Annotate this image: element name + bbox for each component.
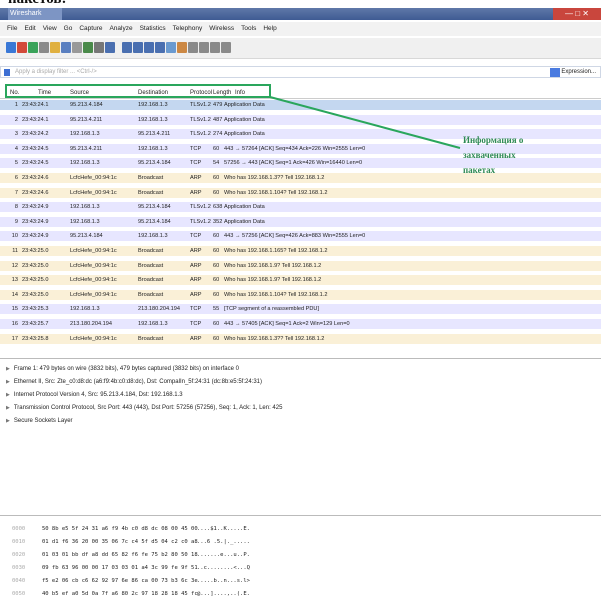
annotation-text: Информация о захваченных пакетах (463, 135, 524, 175)
detail-text: Internet Protocol Version 4, Src: 95.213… (13, 392, 183, 398)
detail-tree-item[interactable]: ▶ Ethernet II, Src: Zte_c0:d8:dc (a6:f9:4… (6, 376, 262, 388)
detail-text: Ethernet II, Src: Zte_c0:d8:dc (a6:f9:4b… (13, 379, 262, 385)
detail-text: Secure Sockets Layer (13, 418, 73, 424)
hex-hex: 40 b5 ef a0 5d 0a 7f a6 80 2c 97 18 28 1… (42, 591, 198, 597)
detail-tree-item[interactable]: ▶ Secure Sockets Layer (6, 415, 73, 427)
hex-off: 0020 (12, 552, 26, 558)
detail-text: Frame 1: 479 bytes on wire (3832 bits), … (13, 366, 239, 372)
packet-details-pane: ▶ Frame 1: 479 bytes on wire (3832 bits),… (0, 358, 601, 509)
hex-off: 0050 (12, 591, 26, 597)
expand-arrow-icon[interactable]: ▶ (6, 405, 10, 411)
detail-tree-item[interactable]: ▶ Internet Protocol Version 4, Src: 95.21… (6, 389, 183, 401)
expand-arrow-icon[interactable]: ▶ (6, 392, 10, 398)
hex-hex: 01 03 01 bb df a8 dd 65 82 f6 fe 75 b2 8… (42, 552, 198, 558)
hex-hex: 50 8b e5 5f 24 31 a6 f9 4b c0 d8 dc 08 0… (42, 526, 198, 532)
hex-hex: 01 d1 f6 36 20 00 35 06 7c c4 5f d5 04 c… (42, 539, 198, 545)
hex-off: 0030 (12, 565, 26, 571)
expand-arrow-icon[interactable]: ▶ (6, 366, 10, 372)
hex-off: 0010 (12, 539, 26, 545)
hex-hex: f5 e2 06 cb c6 62 92 97 6e 86 ca 00 73 b… (42, 578, 198, 584)
packet-bytes-pane: 0000 50 8b e5 5f 24 31 a6 f9 4b c0 d8 dc … (0, 515, 601, 608)
expand-arrow-icon[interactable]: ▶ (6, 418, 10, 424)
hex-ascii: .....b..n...s.l> (197, 578, 250, 584)
expand-arrow-icon[interactable]: ▶ (6, 379, 10, 385)
hex-ascii: ...6 .5.|._..... (197, 539, 250, 545)
detail-text: Transmission Control Protocol, Src Port:… (13, 405, 283, 411)
detail-tree-item[interactable]: ▶ Frame 1: 479 bytes on wire (3832 bits),… (6, 363, 239, 375)
detail-tree-item[interactable]: ▶ Transmission Control Protocol, Src Port… (6, 402, 282, 414)
hex-ascii: .......e...u..P. (197, 552, 250, 558)
hex-ascii: @...]....,..(.E. (197, 591, 250, 597)
hex-ascii: ..c........<...Q (197, 565, 250, 571)
hex-hex: 09 fb 63 96 00 00 17 03 03 01 a4 3c 99 f… (42, 565, 198, 571)
hex-off: 0000 (12, 526, 26, 532)
hex-ascii: ....$1..K.....E. (197, 526, 250, 532)
hex-off: 0040 (12, 578, 26, 584)
